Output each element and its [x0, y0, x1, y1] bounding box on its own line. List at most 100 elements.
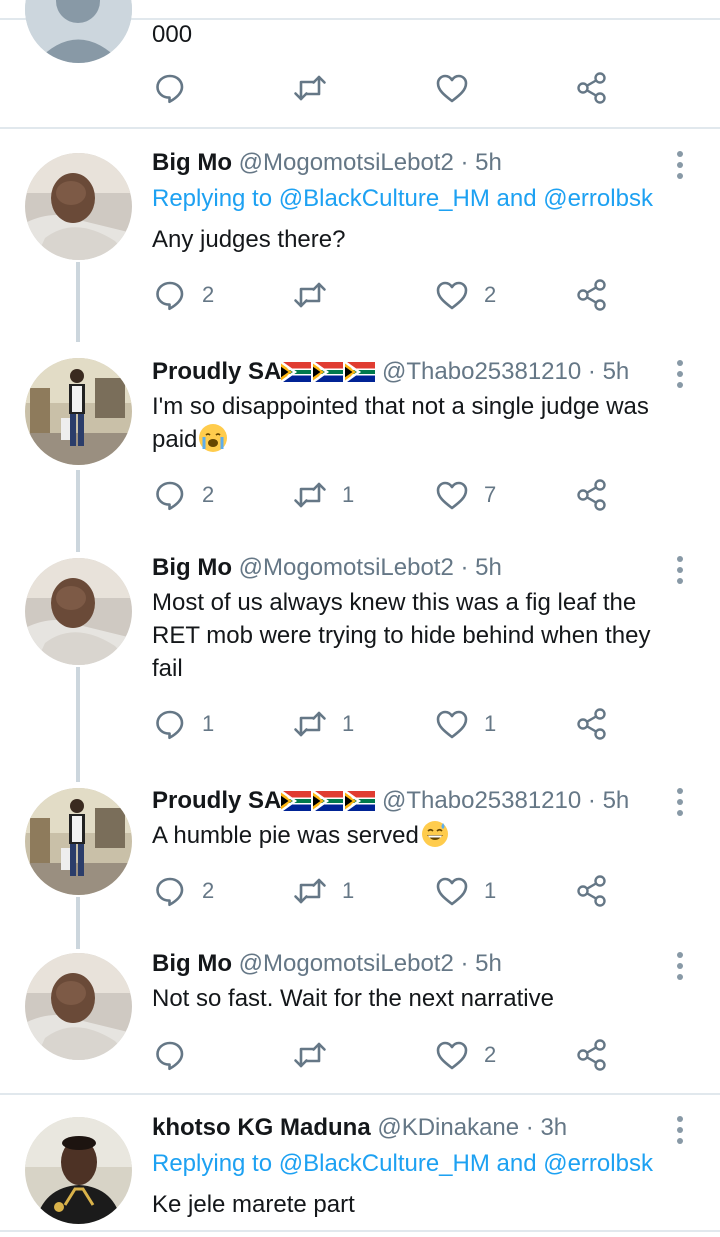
like-icon: [434, 70, 470, 106]
tweet[interactable]: Big Mo @MogomotsiLebot2 · 5h Replying to…: [0, 128, 720, 338]
share-button[interactable]: [574, 704, 610, 744]
tweet[interactable]: Big Mo @MogomotsiLebot2 · 5h Not so fast…: [0, 938, 720, 1093]
handle[interactable]: @MogomotsiLebot2: [239, 554, 454, 581]
replying-to-users[interactable]: @BlackCulture_HM and @errolbsk: [279, 185, 653, 212]
timestamp: · 5h: [587, 787, 630, 814]
reply-button[interactable]: [152, 1035, 202, 1075]
retweet-count: 1: [342, 711, 355, 736]
avatar[interactable]: [25, 953, 132, 1060]
retweet-button[interactable]: 1: [292, 704, 354, 744]
like-button[interactable]: [434, 68, 470, 108]
reply-button[interactable]: [152, 68, 188, 108]
tweet-actions: [152, 68, 672, 108]
replying-to: Replying to @BlackCulture_HM and @errolb…: [152, 184, 653, 214]
tweet-header: khotso KG Maduna @KDinakane · 3h: [152, 1113, 660, 1143]
display-name[interactable]: Big Mo: [152, 149, 232, 176]
south-africa-flag-icon: [281, 360, 376, 390]
tweet[interactable]: Big Mo @MogomotsiLebot2 · 5h Most of us …: [0, 538, 720, 768]
reply-icon: [152, 477, 188, 513]
tweet[interactable]: Proudly SA @Thabo25381210 · 5h A humble …: [0, 768, 720, 938]
display-name[interactable]: Proudly SA: [152, 358, 281, 385]
avatar[interactable]: [25, 0, 132, 63]
avatar[interactable]: [25, 153, 132, 260]
like-count: 2: [484, 1042, 497, 1067]
share-button[interactable]: [574, 475, 610, 515]
share-icon: [574, 873, 610, 909]
reply-count: 2: [202, 282, 215, 307]
display-name[interactable]: Big Mo: [152, 554, 232, 581]
tweet-header: Big Mo @MogomotsiLebot2 · 5h: [152, 148, 660, 178]
reply-button[interactable]: 2: [152, 871, 214, 911]
more-options-icon[interactable]: [676, 556, 684, 589]
more-options-icon[interactable]: [676, 151, 684, 184]
like-button[interactable]: 2: [434, 275, 496, 315]
like-icon: [434, 706, 470, 742]
like-button[interactable]: 7: [434, 475, 496, 515]
retweet-icon: [292, 477, 328, 513]
replying-to-label: Replying to: [152, 185, 273, 212]
retweet-button[interactable]: 1: [292, 475, 354, 515]
share-icon: [574, 70, 610, 106]
like-icon: [434, 873, 470, 909]
tweet-actions: 2 1 7: [152, 475, 672, 515]
replying-to: Replying to @BlackCulture_HM and @errolb…: [152, 1149, 653, 1179]
reply-icon: [152, 1037, 188, 1073]
timestamp: · 5h: [460, 149, 502, 176]
more-options-icon[interactable]: [676, 952, 684, 985]
loudly-crying-face-icon: [199, 424, 228, 452]
reply-button[interactable]: 2: [152, 275, 214, 315]
retweet-button[interactable]: [292, 1035, 342, 1075]
more-options-icon[interactable]: [676, 1116, 684, 1149]
share-button[interactable]: [574, 1035, 610, 1075]
timestamp: · 5h: [587, 358, 630, 385]
share-icon: [574, 477, 610, 513]
retweet-button[interactable]: [292, 275, 342, 315]
timestamp: · 5h: [460, 950, 502, 977]
like-button[interactable]: 1: [434, 871, 496, 911]
handle[interactable]: @KDinakane: [377, 1114, 519, 1141]
handle[interactable]: @MogomotsiLebot2: [239, 950, 454, 977]
share-button[interactable]: [574, 275, 610, 315]
display-name[interactable]: Big Mo: [152, 950, 232, 977]
tweet-actions: 2: [152, 1035, 672, 1075]
more-options-icon[interactable]: [676, 788, 684, 821]
retweet-count: 1: [342, 878, 355, 903]
handle[interactable]: @MogomotsiLebot2: [239, 149, 454, 176]
display-name[interactable]: Proudly SA: [152, 787, 281, 814]
share-button[interactable]: [574, 871, 610, 911]
tweet-text: 000: [152, 21, 193, 48]
avatar[interactable]: [25, 1117, 132, 1224]
display-name[interactable]: khotso KG Maduna: [152, 1114, 371, 1141]
reply-count: 1: [202, 711, 215, 736]
south-africa-flag-icon: [281, 789, 376, 819]
handle[interactable]: @Thabo25381210: [382, 358, 581, 385]
retweet-button[interactable]: [292, 68, 328, 108]
like-button[interactable]: 2: [434, 1035, 496, 1075]
reply-button[interactable]: 1: [152, 704, 214, 744]
reply-icon: [152, 706, 188, 742]
tweet-header: Proudly SA @Thabo25381210 · 5h: [152, 786, 660, 819]
retweet-button[interactable]: 1: [292, 871, 354, 911]
tweet-actions: 2 2: [152, 275, 672, 315]
divider: [0, 1230, 720, 1232]
tweet-actions: 2 1 1: [152, 871, 672, 911]
tweet-text: Not so fast. Wait for the next narrative: [152, 985, 554, 1012]
tweet[interactable]: Proudly SA @Thabo25381210 · 5h I'm so di…: [0, 338, 720, 538]
grinning-face-with-sweat-icon: [421, 820, 449, 848]
avatar[interactable]: [25, 558, 132, 665]
tweet-header: Big Mo @MogomotsiLebot2 · 5h: [152, 949, 660, 979]
replying-to-users[interactable]: @BlackCulture_HM and @errolbsk: [279, 1150, 653, 1177]
share-icon: [574, 706, 610, 742]
tweet-text: A humble pie was served: [152, 819, 692, 852]
share-button[interactable]: [574, 68, 610, 108]
more-options-icon[interactable]: [676, 360, 684, 393]
avatar[interactable]: [25, 358, 132, 465]
like-count: 2: [484, 282, 497, 307]
handle[interactable]: @Thabo25381210: [382, 787, 581, 814]
tweet[interactable]: khotso KG Maduna @KDinakane · 3h Replyin…: [0, 1095, 720, 1230]
reply-button[interactable]: 2: [152, 475, 214, 515]
tweet-actions: 1 1 1: [152, 704, 672, 744]
avatar[interactable]: [25, 788, 132, 895]
like-button[interactable]: 1: [434, 704, 496, 744]
retweet-count: 1: [342, 482, 355, 507]
